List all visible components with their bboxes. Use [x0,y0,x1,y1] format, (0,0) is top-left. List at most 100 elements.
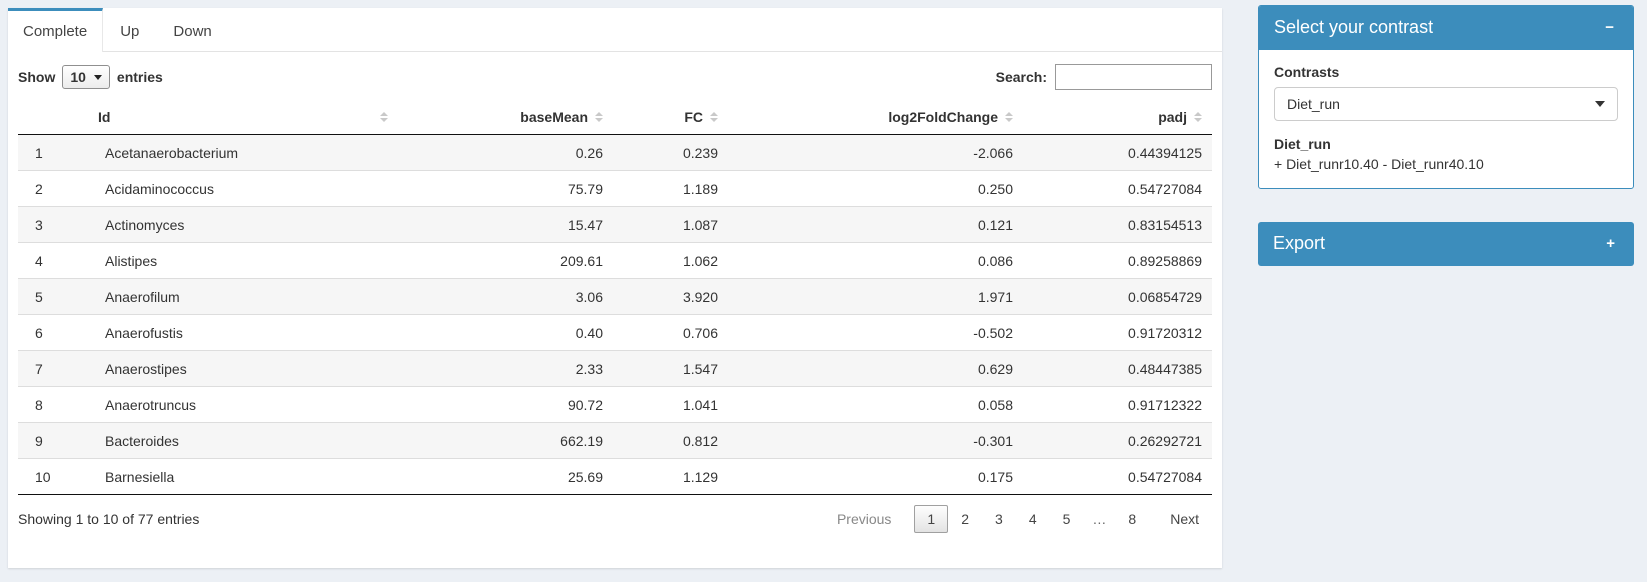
row-number: 6 [18,315,88,351]
cell-padj: 0.44394125 [1023,135,1212,171]
cell-log2foldchange: 1.971 [728,279,1023,315]
collapse-minus-icon[interactable]: − [1601,18,1618,37]
expand-plus-icon[interactable]: + [1602,234,1619,253]
column-header-id[interactable]: Id [88,100,398,135]
cell-basemean: 90.72 [398,387,613,423]
row-number: 1 [18,135,88,171]
cell-log2foldchange: -2.066 [728,135,1023,171]
row-number: 2 [18,171,88,207]
table-row: 8 Anaerotruncus 90.72 1.041 0.058 0.9171… [18,387,1212,423]
table-row: 2 Acidaminococcus 75.79 1.189 0.250 0.54… [18,171,1212,207]
cell-basemean: 2.33 [398,351,613,387]
cell-id: Alistipes [88,243,398,279]
cell-fc: 0.239 [613,135,728,171]
export-box: Export + [1258,222,1634,266]
tab-label: Up [120,23,139,40]
cell-basemean: 3.06 [398,279,613,315]
row-number: 10 [18,459,88,495]
cell-basemean: 25.69 [398,459,613,495]
cell-log2foldchange: -0.301 [728,423,1023,459]
table-row: 1 Acetanaerobacterium 0.26 0.239 -2.066 … [18,135,1212,171]
table-row: 5 Anaerofilum 3.06 3.920 1.971 0.0685472… [18,279,1212,315]
contrast-select[interactable]: Diet_run [1274,87,1618,121]
cell-padj: 0.89258869 [1023,243,1212,279]
tab-down[interactable]: Down [156,8,228,51]
column-header-log2foldchange[interactable]: log2FoldChange [728,100,1023,135]
search-control: Search: [996,64,1212,90]
cell-padj: 0.91712322 [1023,387,1212,423]
column-header-padj[interactable]: padj [1023,100,1212,135]
column-label: log2FoldChange [888,109,998,125]
show-label: Show [18,69,55,85]
contrast-select-value: Diet_run [1287,96,1340,112]
pagination: Previous 1 2 3 4 5 … 8 Next [824,505,1212,533]
tab-label: Complete [23,23,87,40]
cell-fc: 1.087 [613,207,728,243]
row-number: 4 [18,243,88,279]
table-row: 9 Bacteroides 662.19 0.812 -0.301 0.2629… [18,423,1212,459]
sort-icon [595,112,603,122]
contrast-formula: + Diet_runr10.40 - Diet_runr40.10 [1274,156,1618,172]
row-number: 5 [18,279,88,315]
tab-bar: Complete Up Down [8,8,1222,52]
cell-log2foldchange: 0.086 [728,243,1023,279]
cell-padj: 0.91720312 [1023,315,1212,351]
page-length-value: 10 [70,69,86,85]
cell-id: Anaerotruncus [88,387,398,423]
table-info: Showing 1 to 10 of 77 entries [18,511,199,527]
caret-down-icon [94,75,102,80]
cell-basemean: 662.19 [398,423,613,459]
cell-basemean: 209.61 [398,243,613,279]
cell-log2foldchange: 0.058 [728,387,1023,423]
cell-padj: 0.54727084 [1023,171,1212,207]
cell-id: Anaerofilum [88,279,398,315]
cell-basemean: 15.47 [398,207,613,243]
cell-fc: 1.041 [613,387,728,423]
tab-label: Down [173,23,211,40]
cell-basemean: 0.26 [398,135,613,171]
column-label: baseMean [520,109,588,125]
row-number: 3 [18,207,88,243]
pagination-page-2[interactable]: 2 [948,505,982,533]
page-length-control: Show 10 entries [18,65,163,89]
cell-padj: 0.54727084 [1023,459,1212,495]
cell-fc: 0.706 [613,315,728,351]
pagination-page-3[interactable]: 3 [982,505,1016,533]
column-header-basemean[interactable]: baseMean [398,100,613,135]
pagination-page-8[interactable]: 8 [1115,505,1149,533]
cell-basemean: 0.40 [398,315,613,351]
search-input[interactable] [1055,64,1212,90]
entries-label: entries [117,69,163,85]
pagination-previous[interactable]: Previous [824,505,904,533]
pagination-next[interactable]: Next [1157,505,1212,533]
cell-id: Bacteroides [88,423,398,459]
cell-basemean: 75.79 [398,171,613,207]
tab-complete[interactable]: Complete [8,8,103,52]
column-header-fc[interactable]: FC [613,100,728,135]
contrasts-label: Contrasts [1274,64,1618,80]
export-box-title: Export [1273,233,1325,254]
table-controls: Show 10 entries Search: [18,64,1212,90]
pagination-page-1[interactable]: 1 [914,505,948,533]
table-row: 3 Actinomyces 15.47 1.087 0.121 0.831545… [18,207,1212,243]
results-panel: Complete Up Down Show 10 entries Search: [8,8,1222,568]
cell-fc: 1.062 [613,243,728,279]
sort-icon [380,112,388,122]
column-label: padj [1158,109,1187,125]
tab-up[interactable]: Up [103,8,156,51]
sort-icon [710,112,718,122]
cell-id: Acetanaerobacterium [88,135,398,171]
page-length-select[interactable]: 10 [62,65,110,89]
results-table: Id baseMean FC [18,100,1212,495]
table-row: 10 Barnesiella 25.69 1.129 0.175 0.54727… [18,459,1212,495]
cell-padj: 0.48447385 [1023,351,1212,387]
cell-log2foldchange: 0.629 [728,351,1023,387]
cell-padj: 0.06854729 [1023,279,1212,315]
pagination-page-5[interactable]: 5 [1050,505,1084,533]
pagination-page-4[interactable]: 4 [1016,505,1050,533]
cell-log2foldchange: 0.175 [728,459,1023,495]
cell-fc: 3.920 [613,279,728,315]
row-number: 9 [18,423,88,459]
table-row: 6 Anaerofustis 0.40 0.706 -0.502 0.91720… [18,315,1212,351]
cell-fc: 1.129 [613,459,728,495]
